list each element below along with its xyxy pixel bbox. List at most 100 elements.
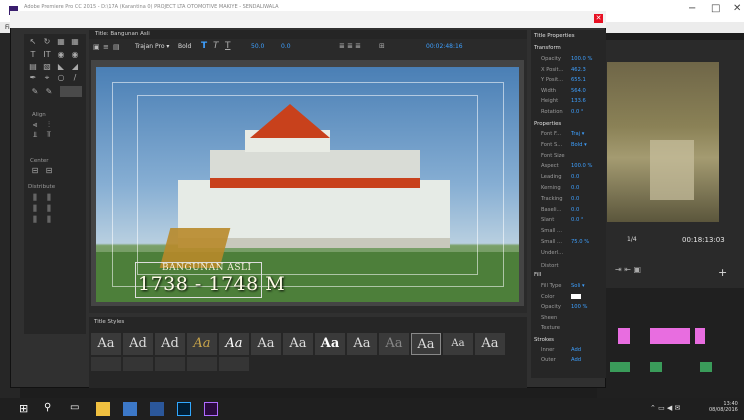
fill-color-swatch[interactable]	[571, 294, 581, 299]
style-swatch[interactable]: Aa	[91, 333, 121, 355]
style-swatch[interactable]: Aa	[219, 333, 249, 355]
transform-header[interactable]: Transform	[534, 45, 561, 51]
property-value[interactable]: 462.3	[571, 67, 586, 73]
premiere-taskbar-icon[interactable]	[204, 402, 218, 416]
center-vertical-icon[interactable]: ⊟	[44, 166, 54, 175]
property-value[interactable]: 0.0	[571, 185, 579, 191]
style-swatch[interactable]: Aa	[411, 333, 441, 355]
font-size-value[interactable]: 50.0	[251, 43, 264, 50]
property-value[interactable]: Traj ▾	[571, 131, 584, 137]
anchor-tool-icon[interactable]: ⌖	[42, 73, 52, 82]
style-swatch[interactable]: Aa	[443, 333, 473, 355]
property-value[interactable]: 0.0 °	[571, 109, 584, 115]
maximize-button[interactable]: □	[711, 3, 720, 14]
ellipse-tool-icon[interactable]: ◉	[56, 50, 66, 59]
style-swatch[interactable]: Aa	[315, 333, 345, 355]
taskbar-clock[interactable]: 13:40 08/08/2016	[709, 401, 738, 413]
property-value[interactable]: 100.0 %	[571, 163, 592, 169]
distribute-icon[interactable]: ⫼	[44, 204, 54, 213]
align-center-icon[interactable]: ⫶	[44, 120, 54, 129]
property-value[interactable]: 0.0 °	[571, 217, 584, 223]
property-value[interactable]: 564.0	[571, 88, 586, 94]
style-swatch[interactable]: Aa	[251, 333, 281, 355]
title-text-line2[interactable]: 1738 - 1748 M	[138, 273, 285, 295]
property-value[interactable]: Soli ▾	[571, 283, 585, 289]
brush-tool-icon[interactable]: ✎	[30, 87, 40, 96]
task-view-icon[interactable]: ▭	[70, 402, 79, 413]
wedge-tool-icon[interactable]: ◣	[56, 62, 66, 71]
distribute-icon[interactable]: ⫼	[44, 193, 54, 202]
rotate-tool-icon[interactable]: ↻	[42, 37, 52, 46]
roll-crawl-icon[interactable]: ≡	[103, 43, 109, 51]
style-swatch[interactable]: Ad	[123, 333, 153, 355]
property-value[interactable]: 655.1	[571, 77, 586, 83]
align-left-icon[interactable]: ⫷	[30, 120, 40, 129]
align-middle-icon[interactable]: ⫪	[44, 130, 54, 139]
property-value[interactable]: 100 %	[571, 304, 587, 310]
property-value[interactable]: Add	[571, 357, 581, 363]
grid-tool-icon[interactable]: ▦	[70, 37, 80, 46]
italic-icon[interactable]: T	[213, 41, 219, 51]
monitor-zoom-fraction[interactable]: 1/4	[627, 236, 637, 243]
photoshop-icon[interactable]	[177, 402, 191, 416]
area-type-tool-icon[interactable]: ▤	[28, 62, 38, 71]
kerning-value[interactable]: 0.0	[281, 43, 291, 50]
style-swatch[interactable]: Aa	[475, 333, 505, 355]
text-sample-swatch[interactable]	[60, 86, 82, 97]
grid-tool-icon[interactable]: ▦	[56, 37, 66, 46]
timecode-value[interactable]: 00:02:48:16	[426, 43, 463, 50]
file-explorer-icon[interactable]	[96, 402, 110, 416]
timeline-audio-clip[interactable]	[610, 362, 630, 372]
property-value[interactable]: 0.0	[571, 196, 579, 202]
minimize-button[interactable]: −	[688, 3, 696, 14]
templates-icon[interactable]: ▤	[113, 43, 120, 51]
title-tab[interactable]: Title: Bangunan Asli	[95, 31, 150, 37]
style-swatch-row2[interactable]	[219, 357, 249, 371]
path-type-tool-icon[interactable]: ▧	[42, 62, 52, 71]
vertical-type-tool-icon[interactable]: IT	[42, 50, 52, 59]
property-value[interactable]: 100.0 %	[571, 56, 592, 62]
timeline-audio-clip[interactable]	[650, 362, 662, 372]
style-swatch[interactable]: Aa	[347, 333, 377, 355]
ellipse-tool-icon[interactable]: ◉	[70, 50, 80, 59]
media-app-icon[interactable]	[123, 402, 137, 416]
style-swatch-row2[interactable]	[187, 357, 217, 371]
strokes-header[interactable]: Strokes	[534, 337, 554, 343]
center-horizontal-icon[interactable]: ⊟	[30, 166, 40, 175]
selection-tool-icon[interactable]: ↖	[28, 37, 38, 46]
style-swatch[interactable]: Aa	[187, 333, 217, 355]
arc-tool-icon[interactable]: ◢	[70, 62, 80, 71]
line-tool-icon[interactable]: /	[70, 73, 80, 82]
style-swatch-row2[interactable]	[155, 357, 185, 371]
titler-close-button[interactable]: ✕	[594, 14, 603, 23]
distort-label[interactable]: Distort	[541, 263, 559, 269]
distribute-icon[interactable]: ⫼	[30, 193, 40, 202]
timeline-clip[interactable]	[650, 328, 690, 344]
property-value[interactable]: Add	[571, 347, 581, 353]
title-styles-tab[interactable]: Title Styles	[94, 319, 124, 325]
property-value[interactable]: 0.0	[571, 207, 579, 213]
circle-tool-icon[interactable]: ○	[56, 73, 66, 82]
property-value[interactable]: 0.0	[571, 174, 579, 180]
font-style-select[interactable]: Bold	[178, 43, 191, 50]
style-swatch[interactable]: Aa	[379, 333, 409, 355]
underline-icon[interactable]: T	[225, 41, 231, 51]
title-properties-tab[interactable]: Title Properties	[534, 33, 575, 39]
property-value[interactable]: Bold ▾	[571, 142, 587, 148]
timeline-clip[interactable]	[618, 328, 630, 344]
distribute-icon[interactable]: ⫼	[44, 215, 54, 224]
fill-header[interactable]: Fill	[534, 272, 541, 278]
timeline-clip[interactable]	[695, 328, 705, 344]
font-family-select[interactable]: Trajan Pro ▾	[135, 43, 169, 50]
brush-tool-icon[interactable]: ✎	[44, 87, 54, 96]
tab-stops-icon[interactable]: ⊞	[379, 42, 385, 50]
monitor-transport-icons[interactable]: ⇥ ⇤ ▣	[615, 265, 641, 274]
text-align-icons[interactable]: ≣ ≣ ≣	[339, 42, 361, 50]
add-button-icon[interactable]: +	[718, 266, 727, 279]
style-swatch-row2[interactable]	[91, 357, 121, 371]
distribute-icon[interactable]: ⫼	[30, 215, 40, 224]
start-button[interactable]: ⊞	[19, 402, 28, 415]
bold-icon[interactable]: T	[201, 41, 207, 51]
properties-header[interactable]: Properties	[534, 121, 561, 127]
property-value[interactable]: 75.0 %	[571, 239, 589, 245]
